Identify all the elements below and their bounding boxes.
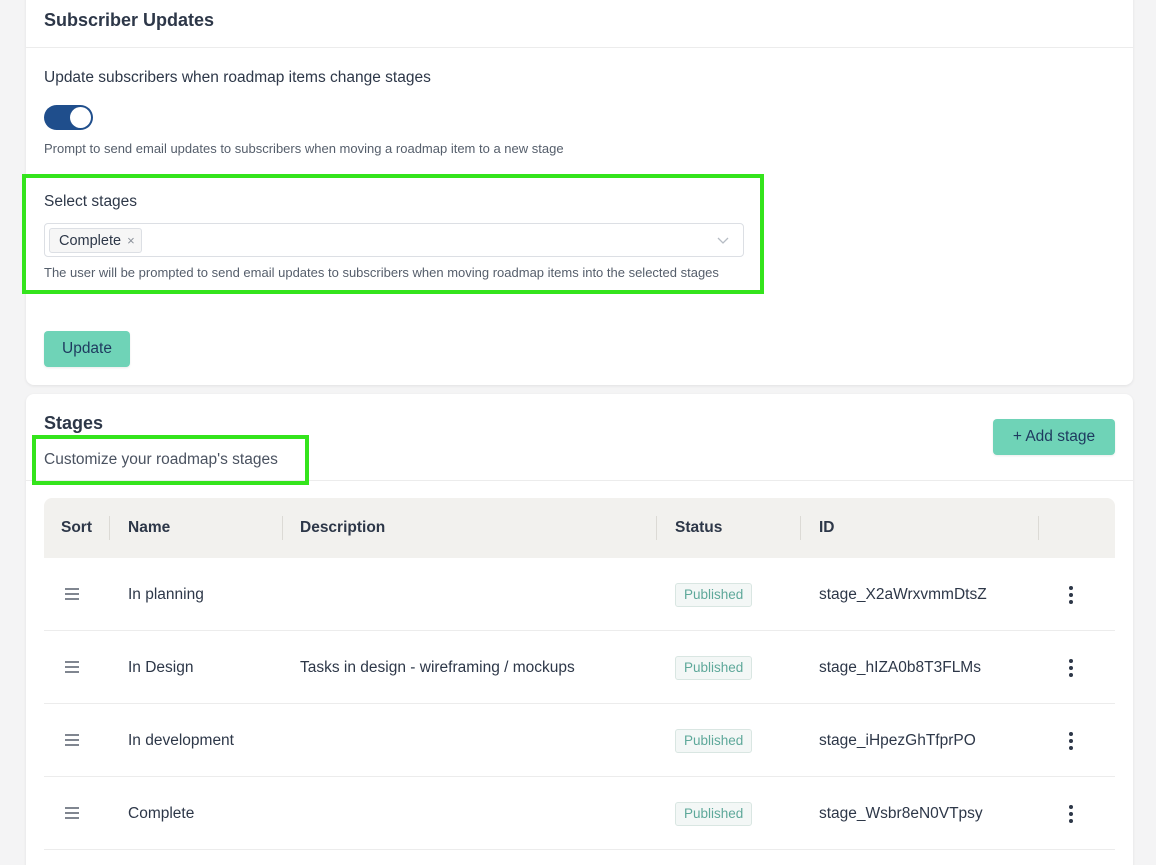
column-id: ID: [819, 519, 835, 536]
stage-description: Tasks in design - wireframing / mockups: [300, 658, 575, 676]
selected-stage-tag: Complete ×: [49, 228, 142, 253]
table-row: In development Published stage_iHpezGhTf…: [44, 704, 1115, 777]
column-separator: [282, 516, 283, 540]
stage-id: stage_X2aWrxvmmDtsZ: [819, 585, 987, 603]
subscriber-updates-title: Subscriber Updates: [44, 10, 215, 30]
status-cell: Published: [675, 631, 753, 704]
stages-title: Stages: [44, 413, 104, 433]
subscriber-updates-toggle[interactable]: [44, 105, 93, 130]
chevron-down-icon[interactable]: [716, 233, 730, 247]
stage-name: Complete: [128, 804, 195, 822]
stage-id: stage_hIZA0b8T3FLMs: [819, 658, 981, 676]
select-stages-dropdown[interactable]: Complete ×: [44, 223, 744, 257]
add-stage-button[interactable]: + Add stage: [993, 419, 1115, 455]
stage-name: In planning: [128, 585, 204, 603]
status-cell: Published: [675, 704, 753, 777]
status-cell: Published: [675, 777, 753, 850]
status-cell: Published: [675, 558, 753, 631]
column-separator: [656, 516, 657, 540]
hamburger-icon[interactable]: [65, 806, 79, 820]
stage-name: In Design: [128, 658, 194, 676]
status-badge: Published: [675, 655, 753, 680]
table-row: In Design Tasks in design - wireframing …: [44, 631, 1115, 704]
column-status: Status: [675, 519, 723, 536]
hamburger-icon[interactable]: [65, 660, 79, 674]
hamburger-icon[interactable]: [65, 587, 79, 601]
column-sort: Sort: [61, 519, 92, 536]
status-badge: Published: [675, 728, 753, 753]
stages-subtitle: Customize your roadmap's stages: [44, 451, 278, 468]
kebab-icon[interactable]: [1068, 585, 1074, 605]
toggle-label: Update subscribers when roadmap items ch…: [44, 69, 431, 86]
kebab-icon[interactable]: [1068, 731, 1074, 751]
status-badge: Published: [675, 801, 753, 826]
column-separator: [800, 516, 801, 540]
update-button[interactable]: Update: [44, 331, 130, 367]
toggle-help-text: Prompt to send email updates to subscrib…: [44, 141, 564, 156]
column-separator: [1038, 516, 1039, 540]
select-stages-label: Select stages: [44, 193, 138, 210]
column-separator: [109, 516, 110, 540]
stage-name: In development: [128, 731, 234, 749]
hamburger-icon[interactable]: [65, 733, 79, 747]
kebab-icon[interactable]: [1068, 804, 1074, 824]
column-name: Name: [128, 519, 171, 536]
select-stages-help-text: The user will be prompted to send email …: [44, 265, 719, 280]
status-badge: Published: [675, 582, 753, 607]
stages-table-header: Sort Name Description Status ID: [44, 498, 1115, 558]
stages-card: Stages Customize your roadmap's stages +…: [26, 394, 1133, 865]
close-icon[interactable]: ×: [127, 234, 135, 247]
subscriber-updates-card: Subscriber Updates Update subscribers wh…: [26, 0, 1133, 385]
stage-id: stage_Wsbr8eN0VTpsy: [819, 804, 983, 822]
selected-stage-tag-label: Complete: [59, 232, 122, 249]
stage-id: stage_iHpezGhTfprPO: [819, 731, 976, 749]
subscriber-divider: [26, 47, 1133, 48]
toggle-knob: [70, 107, 91, 128]
kebab-icon[interactable]: [1068, 658, 1074, 678]
column-description: Description: [300, 519, 386, 536]
stages-divider: [26, 480, 1133, 481]
table-row: Complete Published stage_Wsbr8eN0VTpsy: [44, 777, 1115, 850]
table-row: In planning Published stage_X2aWrxvmmDts…: [44, 558, 1115, 631]
